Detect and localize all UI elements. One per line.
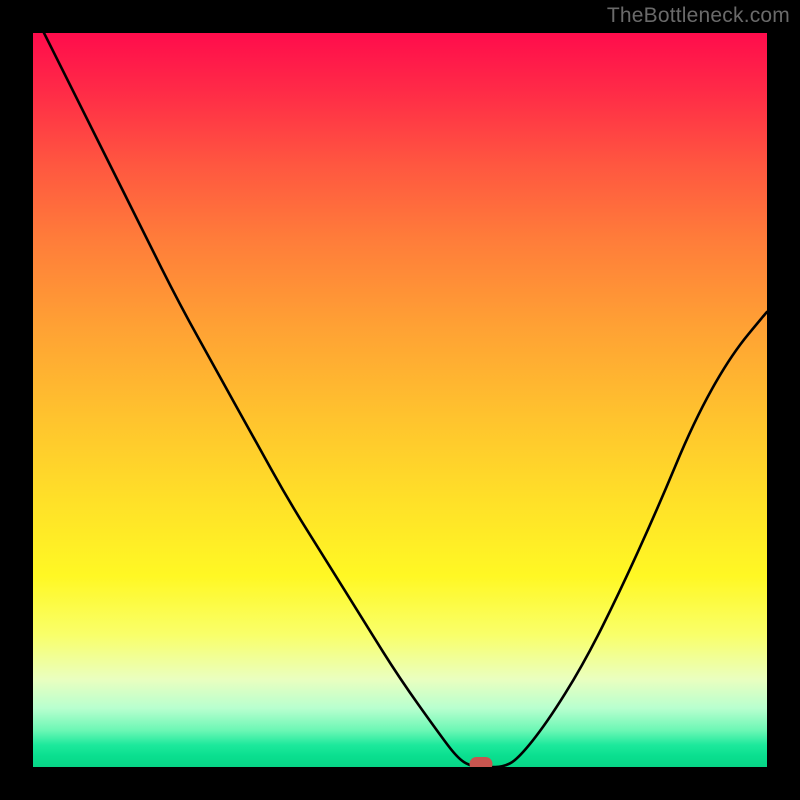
watermark-text: TheBottleneck.com (607, 4, 790, 28)
plot-area (33, 33, 767, 767)
bottleneck-curve (33, 33, 767, 767)
optimal-point-marker (469, 757, 492, 767)
chart-frame: TheBottleneck.com (0, 0, 800, 800)
